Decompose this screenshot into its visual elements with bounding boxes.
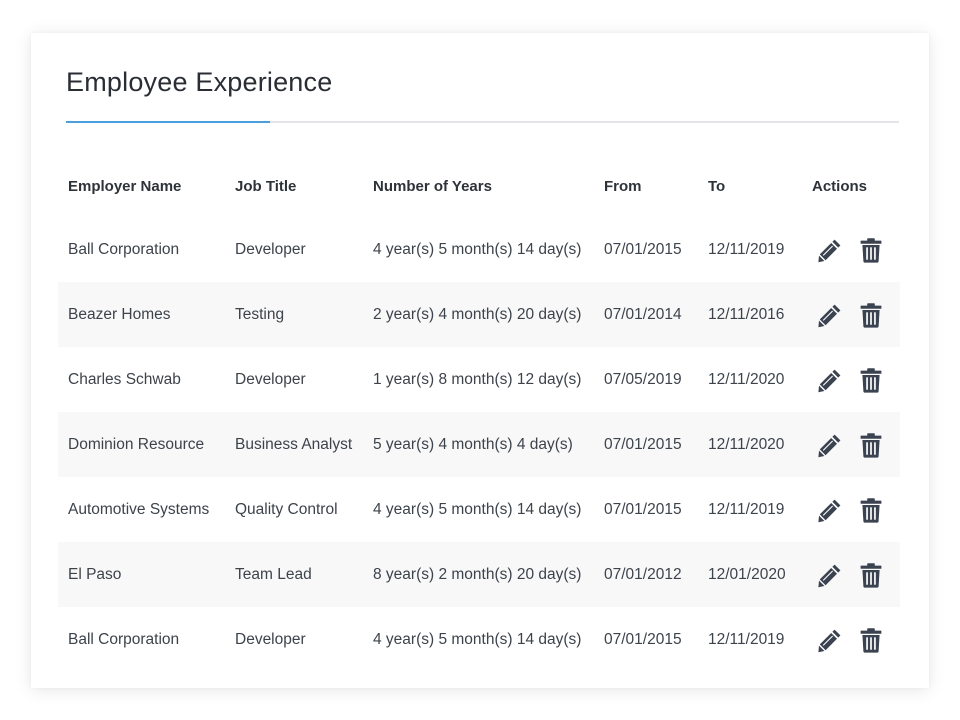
edit-button[interactable]: [816, 431, 844, 459]
pencil-icon: [818, 629, 841, 653]
table-row: Dominion Resource Business Analyst 5 yea…: [58, 412, 900, 477]
trash-icon: [860, 303, 882, 328]
number-of-years-cell: 4 year(s) 5 month(s) 14 day(s): [373, 241, 582, 258]
delete-button[interactable]: [857, 626, 885, 654]
employer-name-cell: Ball Corporation: [68, 631, 180, 648]
edit-button[interactable]: [816, 496, 844, 524]
employer-name-cell: Beazer Homes: [68, 306, 171, 323]
from-date-cell: 07/01/2015: [604, 436, 682, 453]
to-date-cell: 12/01/2020: [708, 566, 786, 583]
header-from: From: [604, 178, 642, 195]
header-employer-name: Employer Name: [68, 178, 182, 195]
job-title-cell: Business Analyst: [235, 436, 353, 453]
job-title-cell: Quality Control: [235, 501, 338, 518]
to-date-cell: 12/11/2016: [708, 306, 785, 323]
from-date-cell: 07/01/2015: [604, 241, 682, 258]
job-title-cell: Testing: [235, 306, 285, 323]
job-title-cell: Developer: [235, 241, 306, 258]
table-row: Automotive Systems Quality Control 4 yea…: [58, 477, 900, 542]
delete-button[interactable]: [857, 561, 885, 589]
number-of-years-cell: 2 year(s) 4 month(s) 20 day(s): [373, 306, 582, 323]
trash-icon: [860, 498, 882, 523]
pencil-icon: [818, 434, 841, 458]
delete-button[interactable]: [857, 366, 885, 394]
panel-title: Employee Experience: [66, 67, 333, 97]
trash-icon: [860, 628, 882, 653]
delete-button[interactable]: [857, 496, 885, 524]
number-of-years-cell: 5 year(s) 4 month(s) 4 day(s): [373, 436, 573, 453]
experience-table: Employer Name Job Title Number of Years …: [58, 152, 900, 672]
trash-icon: [860, 563, 882, 588]
employer-name-cell: Dominion Resource: [68, 436, 205, 453]
pencil-icon: [818, 369, 841, 393]
table-header-row: Employer Name Job Title Number of Years …: [58, 152, 900, 217]
edit-button[interactable]: [816, 626, 844, 654]
pencil-icon: [818, 564, 841, 588]
edit-button[interactable]: [816, 561, 844, 589]
header-number-of-years: Number of Years: [373, 178, 492, 195]
trash-icon: [860, 368, 882, 393]
number-of-years-cell: 1 year(s) 8 month(s) 12 day(s): [373, 371, 582, 388]
table-row: Ball Corporation Developer 4 year(s) 5 m…: [58, 607, 900, 672]
table-body: Ball Corporation Developer 4 year(s) 5 m…: [58, 217, 900, 672]
to-date-cell: 12/11/2020: [708, 436, 785, 453]
from-date-cell: 07/01/2015: [604, 631, 682, 648]
employer-name-cell: El Paso: [68, 566, 122, 583]
from-date-cell: 07/01/2012: [604, 566, 682, 583]
table-row: Charles Schwab Developer 1 year(s) 8 mon…: [58, 347, 900, 412]
to-date-cell: 12/11/2019: [708, 501, 785, 518]
employer-name-cell: Charles Schwab: [68, 371, 181, 388]
to-date-cell: 12/11/2019: [708, 631, 785, 648]
trash-icon: [860, 433, 882, 458]
trash-icon: [860, 238, 882, 263]
number-of-years-cell: 8 year(s) 2 month(s) 20 day(s): [373, 566, 582, 583]
header-job-title: Job Title: [235, 178, 297, 195]
header-to: To: [708, 178, 726, 195]
pencil-icon: [818, 499, 841, 523]
from-date-cell: 07/01/2014: [604, 306, 682, 323]
edit-button[interactable]: [816, 301, 844, 329]
employer-name-cell: Automotive Systems: [68, 501, 210, 518]
edit-button[interactable]: [816, 236, 844, 264]
job-title-cell: Team Lead: [235, 566, 312, 583]
number-of-years-cell: 4 year(s) 5 month(s) 14 day(s): [373, 631, 582, 648]
table-row: El Paso Team Lead 8 year(s) 2 month(s) 2…: [58, 542, 900, 607]
title-divider-accent: [66, 121, 270, 123]
pencil-icon: [818, 239, 841, 263]
employer-name-cell: Ball Corporation: [68, 241, 180, 258]
title-divider: [66, 121, 899, 123]
from-date-cell: 07/05/2019: [604, 371, 682, 388]
to-date-cell: 12/11/2020: [708, 371, 785, 388]
edit-button[interactable]: [816, 366, 844, 394]
from-date-cell: 07/01/2015: [604, 501, 682, 518]
to-date-cell: 12/11/2019: [708, 241, 785, 258]
pencil-icon: [818, 304, 841, 328]
header-actions: Actions: [812, 178, 868, 195]
delete-button[interactable]: [857, 301, 885, 329]
job-title-cell: Developer: [235, 631, 306, 648]
table-row: Ball Corporation Developer 4 year(s) 5 m…: [58, 217, 900, 282]
delete-button[interactable]: [857, 236, 885, 264]
employee-experience-panel: Employee Experience Employer Name Job Ti…: [31, 33, 929, 688]
number-of-years-cell: 4 year(s) 5 month(s) 14 day(s): [373, 501, 582, 518]
job-title-cell: Developer: [235, 371, 306, 388]
delete-button[interactable]: [857, 431, 885, 459]
table-row: Beazer Homes Testing 2 year(s) 4 month(s…: [58, 282, 900, 347]
